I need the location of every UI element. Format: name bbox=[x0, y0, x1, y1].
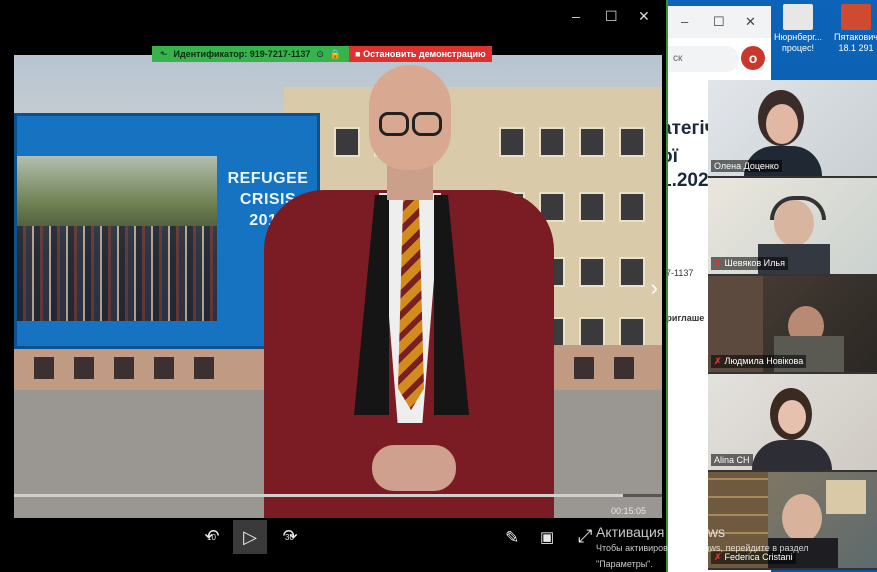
activation-title: Активация Windows bbox=[596, 524, 726, 540]
activation-text: Чтобы активировать Windows, перейдите в … bbox=[596, 543, 809, 553]
signal-icon: ⬑ bbox=[160, 49, 168, 59]
muted-mic-icon: ✗ bbox=[714, 356, 722, 366]
player-titlebar: – ☐ ✕ bbox=[0, 0, 666, 45]
participant-name: Людмила Новікова bbox=[724, 356, 804, 366]
desktop-icon-file-2[interactable]: Пятакович 18.1 291 bbox=[826, 4, 877, 54]
participant-name: Шевяков Илья bbox=[724, 258, 785, 268]
participant-tile[interactable]: ✗ Людмила Новікова bbox=[708, 276, 877, 374]
forward-30-button[interactable]: ↷ 30 bbox=[278, 526, 302, 547]
video-player-window: – ☐ ✕ REFUGEE CRISIS 2015 › ⬑ Идентифика… bbox=[0, 0, 668, 572]
participant-tile[interactable]: Олена Доценко bbox=[708, 80, 877, 178]
pen-icon[interactable]: ✎ bbox=[505, 528, 519, 548]
glasses-icon bbox=[379, 112, 409, 136]
rewind-10-button[interactable]: ↶ 10 bbox=[200, 526, 224, 547]
meeting-id-label: Идентификатор: 919-7217-1137 bbox=[173, 49, 311, 59]
progress-bar[interactable] bbox=[14, 494, 662, 497]
close-icon[interactable]: ✕ bbox=[638, 8, 650, 25]
minimize-icon[interactable]: – bbox=[572, 8, 580, 24]
screen-share-bar: ⬑ Идентификатор: 919-7217-1137 ⊙ 🔒 ■ Ост… bbox=[152, 46, 492, 62]
timecode: 00:15:05 bbox=[611, 506, 647, 516]
file-icon bbox=[783, 4, 813, 30]
desktop-icon-label: Пятакович 18.1 291 bbox=[834, 32, 877, 53]
close-icon[interactable]: ✕ bbox=[745, 14, 756, 30]
mini-view-icon[interactable]: ▣ bbox=[540, 528, 554, 546]
desktop-icon-label: Нюрнберг... процес! bbox=[774, 32, 822, 53]
video-frame[interactable]: REFUGEE CRISIS 2015 › bbox=[14, 55, 662, 518]
fullscreen-icon[interactable]: ⤢ bbox=[578, 526, 592, 547]
chevron-right-icon[interactable]: › bbox=[651, 275, 658, 301]
windows-activation-watermark: Активация Windows Чтобы активировать Win… bbox=[596, 524, 809, 572]
participant-gallery: Олена Доценко ✗ Шевяков Илья ✗ Людмила Нов… bbox=[708, 80, 877, 572]
powerpoint-icon bbox=[841, 4, 871, 30]
participant-name: Олена Доценко bbox=[714, 161, 779, 171]
activation-text-2: "Параметры". bbox=[596, 559, 653, 569]
play-icon: ▷ bbox=[243, 527, 257, 547]
stop-share-label: Остановить демонстрацию bbox=[363, 49, 486, 59]
meeting-id-badge: ⬑ Идентификатор: 919-7217-1137 ⊙ 🔒 bbox=[152, 46, 350, 62]
play-button[interactable]: ▷ bbox=[233, 520, 267, 554]
presenter-hands bbox=[372, 445, 456, 491]
participant-name: Alina CH bbox=[714, 455, 750, 465]
progress-fill bbox=[14, 494, 624, 497]
participant-tile[interactable]: Alina CH bbox=[708, 374, 877, 472]
presenter bbox=[244, 65, 574, 518]
stop-share-button[interactable]: ■ Остановить демонстрацию bbox=[349, 46, 492, 62]
crowd-photo bbox=[17, 156, 217, 321]
opera-icon[interactable]: o bbox=[741, 46, 765, 70]
shield-icon: ⊙ bbox=[316, 49, 324, 59]
player-controls: ↶ 10 ▷ ↷ 30 ✎ ▣ ⤢ bbox=[0, 518, 666, 572]
stop-icon: ■ bbox=[355, 49, 361, 59]
maximize-icon[interactable]: ☐ bbox=[605, 8, 618, 25]
desktop-icon-file-1[interactable]: Нюрнберг... процес! bbox=[768, 4, 828, 54]
muted-mic-icon: ✗ bbox=[714, 258, 722, 268]
lock-icon: 🔒 bbox=[329, 49, 342, 59]
maximize-icon[interactable]: ☐ bbox=[713, 14, 725, 30]
minimize-icon[interactable]: – bbox=[681, 14, 688, 29]
participant-tile[interactable]: ✗ Шевяков Илья bbox=[708, 178, 877, 276]
